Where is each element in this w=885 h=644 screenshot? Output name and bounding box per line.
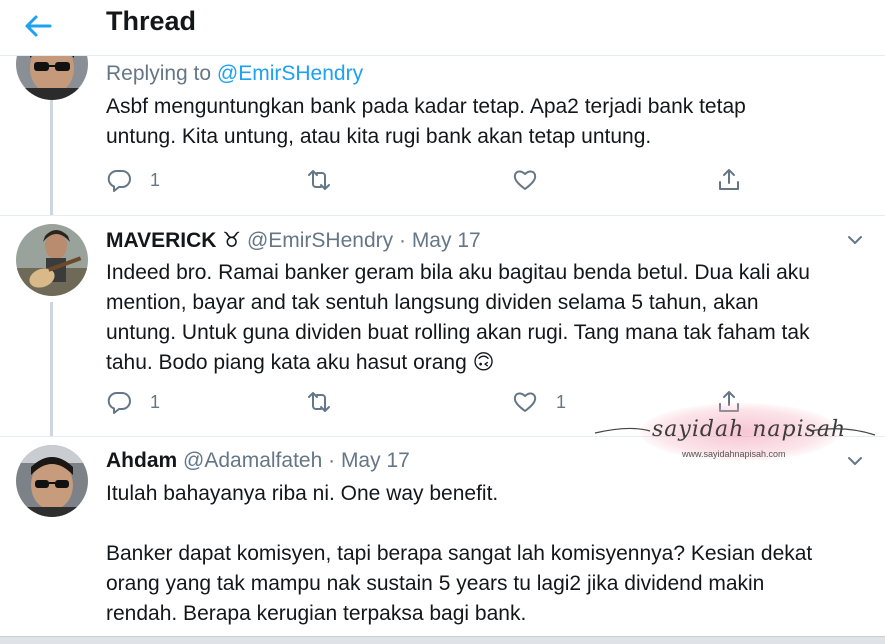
share-button[interactable] [716,387,742,417]
tweet-line: untung. Untuk guna dividen buat rolling … [106,321,810,344]
tweet-date[interactable]: May 17 [412,229,481,252]
replying-to: Replying to @EmirSHendry [106,62,363,86]
retweet-button[interactable] [306,387,332,417]
like-button[interactable] [512,165,538,195]
avatar[interactable] [16,445,88,517]
tweet-actions: 1 [106,165,746,195]
retweet-icon [308,170,330,190]
tweet-line: Asbf menguntungkan bank pada kadar tetap… [106,95,746,118]
thread-line [50,100,53,215]
user-handle[interactable]: @EmirSHendry [247,229,393,252]
reply-handle-link[interactable]: @EmirSHendry [217,62,363,85]
tweet-line: rendah. Berapa kerugian terpaksa bagi ba… [106,602,527,625]
retweet-button[interactable] [306,165,332,195]
user-name[interactable]: Ahdam [106,449,177,472]
thread-line [50,302,53,436]
reply-count: 1 [150,391,161,412]
back-button[interactable] [20,8,56,44]
like-icon [513,170,537,190]
avatar[interactable] [16,224,88,296]
reply-icon [107,170,131,192]
user-handle[interactable]: @Adamalfateh [183,449,322,472]
tweet-line: Banker dapat komisyen, tapi berapa sanga… [106,542,813,565]
meta-separator: · [322,449,341,472]
tweet-text: Asbf menguntungkan bank pada kadar tetap… [106,92,876,152]
user-name[interactable]: MAVERICK ♉ [106,229,241,252]
like-button[interactable]: 1 [512,387,566,417]
meta-separator: · [393,229,412,252]
tweet-text: Itulah bahayanya riba ni. One way benefi… [106,479,876,629]
tweet-line: tahu. Bodo piang kata aku hasut orang 🙃 [106,351,495,374]
chevron-down-icon[interactable] [845,230,865,250]
tweet-text: Indeed bro. Ramai banker geram bila aku … [106,258,876,378]
tweet-actions: 1 1 [106,387,746,417]
tweet-line: Itulah bahayanya riba ni. One way benefi… [106,482,499,505]
chevron-down-icon[interactable] [845,451,865,471]
tweet-line: untung. Kita untung, atau kita rugi bank… [106,125,652,148]
share-icon [719,169,739,190]
taskbar [0,636,885,644]
tweet-line: Indeed bro. Ramai banker geram bila aku … [106,261,810,284]
tweet-3[interactable]: Ahdam @Adamalfateh · May 17 Itulah bahay… [0,437,885,636]
like-count: 1 [556,391,567,412]
retweet-icon [308,392,330,412]
like-icon [513,392,537,412]
tweet-line: mention, bayar and tak sentuh langsung d… [106,291,759,314]
back-arrow-icon [25,15,52,37]
page-title: Thread [106,6,197,36]
share-button[interactable] [716,165,742,195]
share-icon [719,391,739,412]
reply-prefix: Replying to [106,62,217,85]
reply-button[interactable]: 1 [106,165,160,195]
tweet-meta: MAVERICK ♉ @EmirSHendry · May 17 [106,228,481,253]
reply-icon [107,392,131,414]
tweet-meta: Ahdam @Adamalfateh · May 17 [106,449,410,473]
tweet-line: orang yang tak mampu nak sustain 5 years… [106,572,765,595]
thread-header: Thread [0,0,885,56]
tweet-2[interactable]: MAVERICK ♉ @EmirSHendry · May 17 Indeed … [0,216,885,436]
reply-count: 1 [150,169,161,190]
tweet-date[interactable]: May 17 [341,449,410,472]
reply-button[interactable]: 1 [106,387,160,417]
